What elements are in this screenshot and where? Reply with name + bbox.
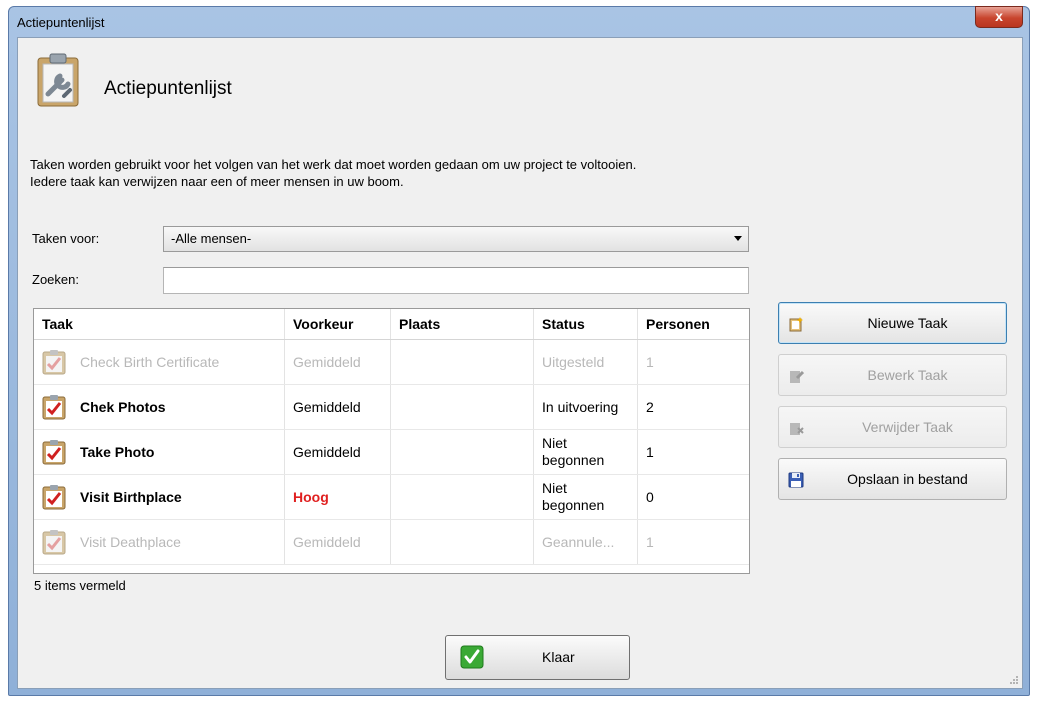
status-cell: In uitvoering	[534, 385, 638, 429]
table-row[interactable]: Visit Deathplace Gemiddeld Geannule... 1	[34, 520, 749, 565]
task-checklist-icon	[42, 485, 66, 510]
edit-task-icon	[790, 370, 804, 383]
status-cell: Niet begonnen	[534, 430, 638, 474]
clipboard-wrench-icon	[37, 53, 79, 107]
place-cell	[391, 475, 534, 519]
delete-task-button[interactable]: Verwijder Taak	[778, 406, 1007, 448]
persons-cell: 2	[646, 399, 654, 415]
table-row[interactable]: Take Photo Gemiddeld Niet begonnen 1	[34, 430, 749, 475]
intro-line-1: Taken worden gebruikt voor het volgen va…	[30, 157, 637, 172]
priority-cell: Gemiddeld	[285, 340, 391, 384]
column-header-personen[interactable]: Personen	[638, 309, 749, 339]
task-name: Check Birth Certificate	[80, 354, 220, 370]
column-header-voorkeur[interactable]: Voorkeur	[285, 309, 391, 339]
done-label: Klaar	[542, 649, 575, 665]
search-label: Zoeken:	[32, 272, 79, 287]
persons-cell: 0	[646, 489, 654, 505]
edit-task-button[interactable]: Bewerk Taak	[778, 354, 1007, 396]
table-row[interactable]: Chek Photos Gemiddeld In uitvoering 2	[34, 385, 749, 430]
status-cell: Geannule...	[534, 520, 638, 564]
window-title: Actiepuntenlijst	[17, 15, 105, 30]
task-name-cell: Chek Photos	[34, 385, 285, 429]
task-name: Visit Deathplace	[80, 534, 181, 550]
filter-label: Taken voor:	[32, 231, 100, 246]
close-icon: x	[995, 8, 1003, 24]
priority-cell: Hoog	[285, 475, 391, 519]
page-title: Actiepuntenlijst	[104, 78, 232, 99]
people-filter-value: -Alle mensen-	[171, 231, 252, 246]
delete-task-icon	[790, 423, 804, 435]
table-row[interactable]: Check Birth Certificate Gemiddeld Uitges…	[34, 340, 749, 385]
table-header: Taak Voorkeur Plaats Status Personen	[34, 309, 749, 340]
priority-cell: Gemiddeld	[285, 385, 391, 429]
task-checklist-icon	[42, 530, 66, 555]
save-to-file-button[interactable]: Opslaan in bestand	[778, 458, 1007, 500]
place-cell	[391, 520, 534, 564]
persons-cell: 1	[646, 444, 654, 460]
task-name-cell: Take Photo	[34, 430, 285, 474]
task-name-cell: Visit Birthplace	[34, 475, 285, 519]
persons-cell: 1	[646, 534, 654, 550]
item-count: 5 items vermeld	[34, 578, 126, 593]
task-name: Chek Photos	[80, 399, 166, 415]
floppy-disk-icon	[788, 472, 804, 488]
dialog-content: Actiepuntenlijst Taken worden gebruikt v…	[17, 37, 1023, 689]
dialog-window: Actiepuntenlijst x Actiepuntenlijst Take…	[8, 6, 1030, 696]
persons-cell: 1	[646, 354, 654, 370]
task-checklist-icon	[42, 350, 66, 375]
column-header-taak[interactable]: Taak	[34, 309, 285, 339]
priority-cell: Gemiddeld	[285, 430, 391, 474]
close-button[interactable]: x	[975, 6, 1023, 28]
task-checklist-icon	[42, 395, 66, 420]
place-cell	[391, 385, 534, 429]
place-cell	[391, 340, 534, 384]
title-bar[interactable]: Actiepuntenlijst x	[9, 6, 1029, 37]
column-header-plaats[interactable]: Plaats	[391, 309, 534, 339]
table-row[interactable]: Visit Birthplace Hoog Niet begonnen 0	[34, 475, 749, 520]
checkmark-icon	[460, 645, 484, 669]
chevron-down-icon[interactable]	[734, 236, 742, 241]
new-task-icon	[789, 317, 803, 332]
people-filter-select[interactable]: -Alle mensen-	[163, 226, 749, 252]
done-button[interactable]: Klaar	[445, 635, 630, 680]
task-name-cell: Visit Deathplace	[34, 520, 285, 564]
task-table: Taak Voorkeur Plaats Status Personen Che…	[33, 308, 750, 574]
new-task-button[interactable]: Nieuwe Taak	[778, 302, 1007, 344]
task-name-cell: Check Birth Certificate	[34, 340, 285, 384]
place-cell	[391, 430, 534, 474]
task-checklist-icon	[42, 440, 66, 465]
column-header-status[interactable]: Status	[534, 309, 638, 339]
task-name: Take Photo	[80, 444, 155, 460]
save-to-file-label: Opslaan in bestand	[847, 471, 968, 487]
resize-grip-icon[interactable]	[1009, 675, 1019, 685]
intro-line-2: Iedere taak kan verwijzen naar een of me…	[30, 174, 404, 189]
status-cell: Uitgesteld	[534, 340, 638, 384]
edit-task-label: Bewerk Taak	[867, 367, 948, 383]
priority-cell: Gemiddeld	[285, 520, 391, 564]
search-input[interactable]	[163, 267, 749, 294]
new-task-label: Nieuwe Taak	[867, 315, 948, 331]
status-cell: Niet begonnen	[534, 475, 638, 519]
intro-text: Taken worden gebruikt voor het volgen va…	[30, 156, 636, 190]
delete-task-label: Verwijder Taak	[862, 419, 953, 435]
task-name: Visit Birthplace	[80, 489, 182, 505]
